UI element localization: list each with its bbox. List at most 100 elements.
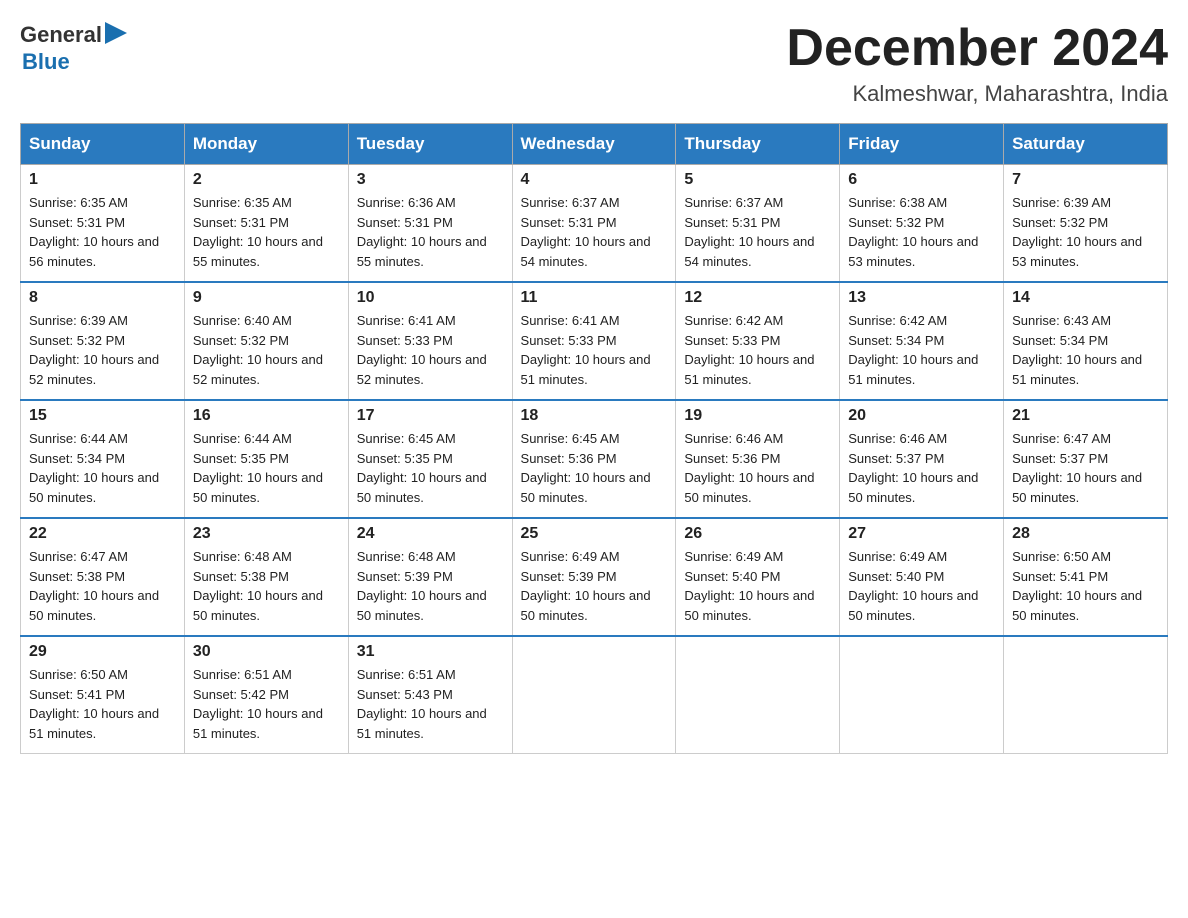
calendar-day-cell: 10 Sunrise: 6:41 AMSunset: 5:33 PMDayligh… bbox=[348, 282, 512, 400]
day-info: Sunrise: 6:40 AMSunset: 5:32 PMDaylight:… bbox=[193, 311, 340, 389]
day-info: Sunrise: 6:47 AMSunset: 5:37 PMDaylight:… bbox=[1012, 429, 1159, 507]
col-saturday: Saturday bbox=[1004, 124, 1168, 165]
day-number: 12 bbox=[684, 289, 831, 307]
day-number: 22 bbox=[29, 525, 176, 543]
day-number: 14 bbox=[1012, 289, 1159, 307]
calendar-table: Sunday Monday Tuesday Wednesday Thursday… bbox=[20, 123, 1168, 754]
calendar-day-cell: 16 Sunrise: 6:44 AMSunset: 5:35 PMDayligh… bbox=[184, 400, 348, 518]
logo-general-text: General bbox=[20, 22, 102, 48]
day-number: 29 bbox=[29, 643, 176, 661]
day-number: 4 bbox=[521, 171, 668, 189]
day-info: Sunrise: 6:41 AMSunset: 5:33 PMDaylight:… bbox=[521, 311, 668, 389]
title-block: December 2024 Kalmeshwar, Maharashtra, I… bbox=[786, 20, 1168, 107]
calendar-day-cell: 25 Sunrise: 6:49 AMSunset: 5:39 PMDayligh… bbox=[512, 518, 676, 636]
day-info: Sunrise: 6:48 AMSunset: 5:39 PMDaylight:… bbox=[357, 547, 504, 625]
day-info: Sunrise: 6:41 AMSunset: 5:33 PMDaylight:… bbox=[357, 311, 504, 389]
day-number: 17 bbox=[357, 407, 504, 425]
day-info: Sunrise: 6:45 AMSunset: 5:36 PMDaylight:… bbox=[521, 429, 668, 507]
calendar-week-row: 8Sunrise: 6:39 AMSunset: 5:32 PMDaylight… bbox=[21, 282, 1168, 400]
calendar-day-cell: 22 Sunrise: 6:47 AMSunset: 5:38 PMDayligh… bbox=[21, 518, 185, 636]
day-number: 3 bbox=[357, 171, 504, 189]
day-number: 18 bbox=[521, 407, 668, 425]
col-thursday: Thursday bbox=[676, 124, 840, 165]
day-number: 27 bbox=[848, 525, 995, 543]
day-info: Sunrise: 6:44 AMSunset: 5:34 PMDaylight:… bbox=[29, 429, 176, 507]
col-monday: Monday bbox=[184, 124, 348, 165]
calendar-week-row: 22 Sunrise: 6:47 AMSunset: 5:38 PMDayligh… bbox=[21, 518, 1168, 636]
day-info: Sunrise: 6:37 AMSunset: 5:31 PMDaylight:… bbox=[684, 193, 831, 271]
day-info: Sunrise: 6:46 AMSunset: 5:37 PMDaylight:… bbox=[848, 429, 995, 507]
day-info: Sunrise: 6:49 AMSunset: 5:40 PMDaylight:… bbox=[848, 547, 995, 625]
col-tuesday: Tuesday bbox=[348, 124, 512, 165]
day-number: 28 bbox=[1012, 525, 1159, 543]
calendar-day-cell: 17 Sunrise: 6:45 AMSunset: 5:35 PMDayligh… bbox=[348, 400, 512, 518]
day-number: 25 bbox=[521, 525, 668, 543]
day-info: Sunrise: 6:49 AMSunset: 5:39 PMDaylight:… bbox=[521, 547, 668, 625]
calendar-day-cell: 4Sunrise: 6:37 AMSunset: 5:31 PMDaylight… bbox=[512, 165, 676, 283]
day-info: Sunrise: 6:36 AMSunset: 5:31 PMDaylight:… bbox=[357, 193, 504, 271]
calendar-day-cell: 29 Sunrise: 6:50 AMSunset: 5:41 PMDayligh… bbox=[21, 636, 185, 754]
calendar-week-row: 15 Sunrise: 6:44 AMSunset: 5:34 PMDayligh… bbox=[21, 400, 1168, 518]
day-number: 24 bbox=[357, 525, 504, 543]
calendar-day-cell: 19 Sunrise: 6:46 AMSunset: 5:36 PMDayligh… bbox=[676, 400, 840, 518]
day-number: 2 bbox=[193, 171, 340, 189]
logo: General Blue bbox=[20, 20, 127, 75]
calendar-day-cell: 28 Sunrise: 6:50 AMSunset: 5:41 PMDayligh… bbox=[1004, 518, 1168, 636]
calendar-day-cell: 3 Sunrise: 6:36 AMSunset: 5:31 PMDaylight… bbox=[348, 165, 512, 283]
calendar-day-cell: 21 Sunrise: 6:47 AMSunset: 5:37 PMDayligh… bbox=[1004, 400, 1168, 518]
day-number: 7 bbox=[1012, 171, 1159, 189]
calendar-day-cell: 27 Sunrise: 6:49 AMSunset: 5:40 PMDayligh… bbox=[840, 518, 1004, 636]
day-info: Sunrise: 6:50 AMSunset: 5:41 PMDaylight:… bbox=[1012, 547, 1159, 625]
day-number: 23 bbox=[193, 525, 340, 543]
day-number: 1 bbox=[29, 171, 176, 189]
calendar-header-row: Sunday Monday Tuesday Wednesday Thursday… bbox=[21, 124, 1168, 165]
day-number: 20 bbox=[848, 407, 995, 425]
day-number: 19 bbox=[684, 407, 831, 425]
col-wednesday: Wednesday bbox=[512, 124, 676, 165]
day-info: Sunrise: 6:42 AMSunset: 5:34 PMDaylight:… bbox=[848, 311, 995, 389]
day-number: 9 bbox=[193, 289, 340, 307]
day-info: Sunrise: 6:39 AMSunset: 5:32 PMDaylight:… bbox=[29, 311, 176, 389]
day-info: Sunrise: 6:45 AMSunset: 5:35 PMDaylight:… bbox=[357, 429, 504, 507]
month-title: December 2024 bbox=[786, 20, 1168, 77]
calendar-day-cell: 14 Sunrise: 6:43 AMSunset: 5:34 PMDayligh… bbox=[1004, 282, 1168, 400]
calendar-day-cell: 8Sunrise: 6:39 AMSunset: 5:32 PMDaylight… bbox=[21, 282, 185, 400]
calendar-day-cell bbox=[512, 636, 676, 754]
page-header: General Blue December 2024 Kalmeshwar, M… bbox=[20, 20, 1168, 107]
calendar-day-cell: 5 Sunrise: 6:37 AMSunset: 5:31 PMDaylight… bbox=[676, 165, 840, 283]
calendar-day-cell bbox=[1004, 636, 1168, 754]
day-number: 21 bbox=[1012, 407, 1159, 425]
calendar-day-cell: 20 Sunrise: 6:46 AMSunset: 5:37 PMDayligh… bbox=[840, 400, 1004, 518]
day-info: Sunrise: 6:46 AMSunset: 5:36 PMDaylight:… bbox=[684, 429, 831, 507]
day-info: Sunrise: 6:44 AMSunset: 5:35 PMDaylight:… bbox=[193, 429, 340, 507]
calendar-day-cell bbox=[676, 636, 840, 754]
calendar-week-row: 1 Sunrise: 6:35 AMSunset: 5:31 PMDaylight… bbox=[21, 165, 1168, 283]
day-number: 5 bbox=[684, 171, 831, 189]
calendar-day-cell: 2 Sunrise: 6:35 AMSunset: 5:31 PMDaylight… bbox=[184, 165, 348, 283]
day-number: 10 bbox=[357, 289, 504, 307]
day-info: Sunrise: 6:51 AMSunset: 5:42 PMDaylight:… bbox=[193, 665, 340, 743]
day-number: 16 bbox=[193, 407, 340, 425]
calendar-day-cell bbox=[840, 636, 1004, 754]
calendar-day-cell: 9 Sunrise: 6:40 AMSunset: 5:32 PMDaylight… bbox=[184, 282, 348, 400]
calendar-day-cell: 30Sunrise: 6:51 AMSunset: 5:42 PMDayligh… bbox=[184, 636, 348, 754]
day-info: Sunrise: 6:43 AMSunset: 5:34 PMDaylight:… bbox=[1012, 311, 1159, 389]
logo-blue-text: Blue bbox=[22, 49, 127, 75]
day-info: Sunrise: 6:47 AMSunset: 5:38 PMDaylight:… bbox=[29, 547, 176, 625]
calendar-day-cell: 11Sunrise: 6:41 AMSunset: 5:33 PMDayligh… bbox=[512, 282, 676, 400]
day-info: Sunrise: 6:35 AMSunset: 5:31 PMDaylight:… bbox=[29, 193, 176, 271]
calendar-day-cell: 24 Sunrise: 6:48 AMSunset: 5:39 PMDayligh… bbox=[348, 518, 512, 636]
calendar-day-cell: 18 Sunrise: 6:45 AMSunset: 5:36 PMDayligh… bbox=[512, 400, 676, 518]
logo-arrow-icon bbox=[105, 22, 127, 44]
day-number: 15 bbox=[29, 407, 176, 425]
day-info: Sunrise: 6:50 AMSunset: 5:41 PMDaylight:… bbox=[29, 665, 176, 743]
calendar-day-cell: 13 Sunrise: 6:42 AMSunset: 5:34 PMDayligh… bbox=[840, 282, 1004, 400]
day-info: Sunrise: 6:35 AMSunset: 5:31 PMDaylight:… bbox=[193, 193, 340, 271]
day-number: 6 bbox=[848, 171, 995, 189]
calendar-day-cell: 7 Sunrise: 6:39 AMSunset: 5:32 PMDaylight… bbox=[1004, 165, 1168, 283]
day-info: Sunrise: 6:39 AMSunset: 5:32 PMDaylight:… bbox=[1012, 193, 1159, 271]
day-info: Sunrise: 6:48 AMSunset: 5:38 PMDaylight:… bbox=[193, 547, 340, 625]
calendar-day-cell: 12Sunrise: 6:42 AMSunset: 5:33 PMDayligh… bbox=[676, 282, 840, 400]
col-sunday: Sunday bbox=[21, 124, 185, 165]
day-number: 13 bbox=[848, 289, 995, 307]
